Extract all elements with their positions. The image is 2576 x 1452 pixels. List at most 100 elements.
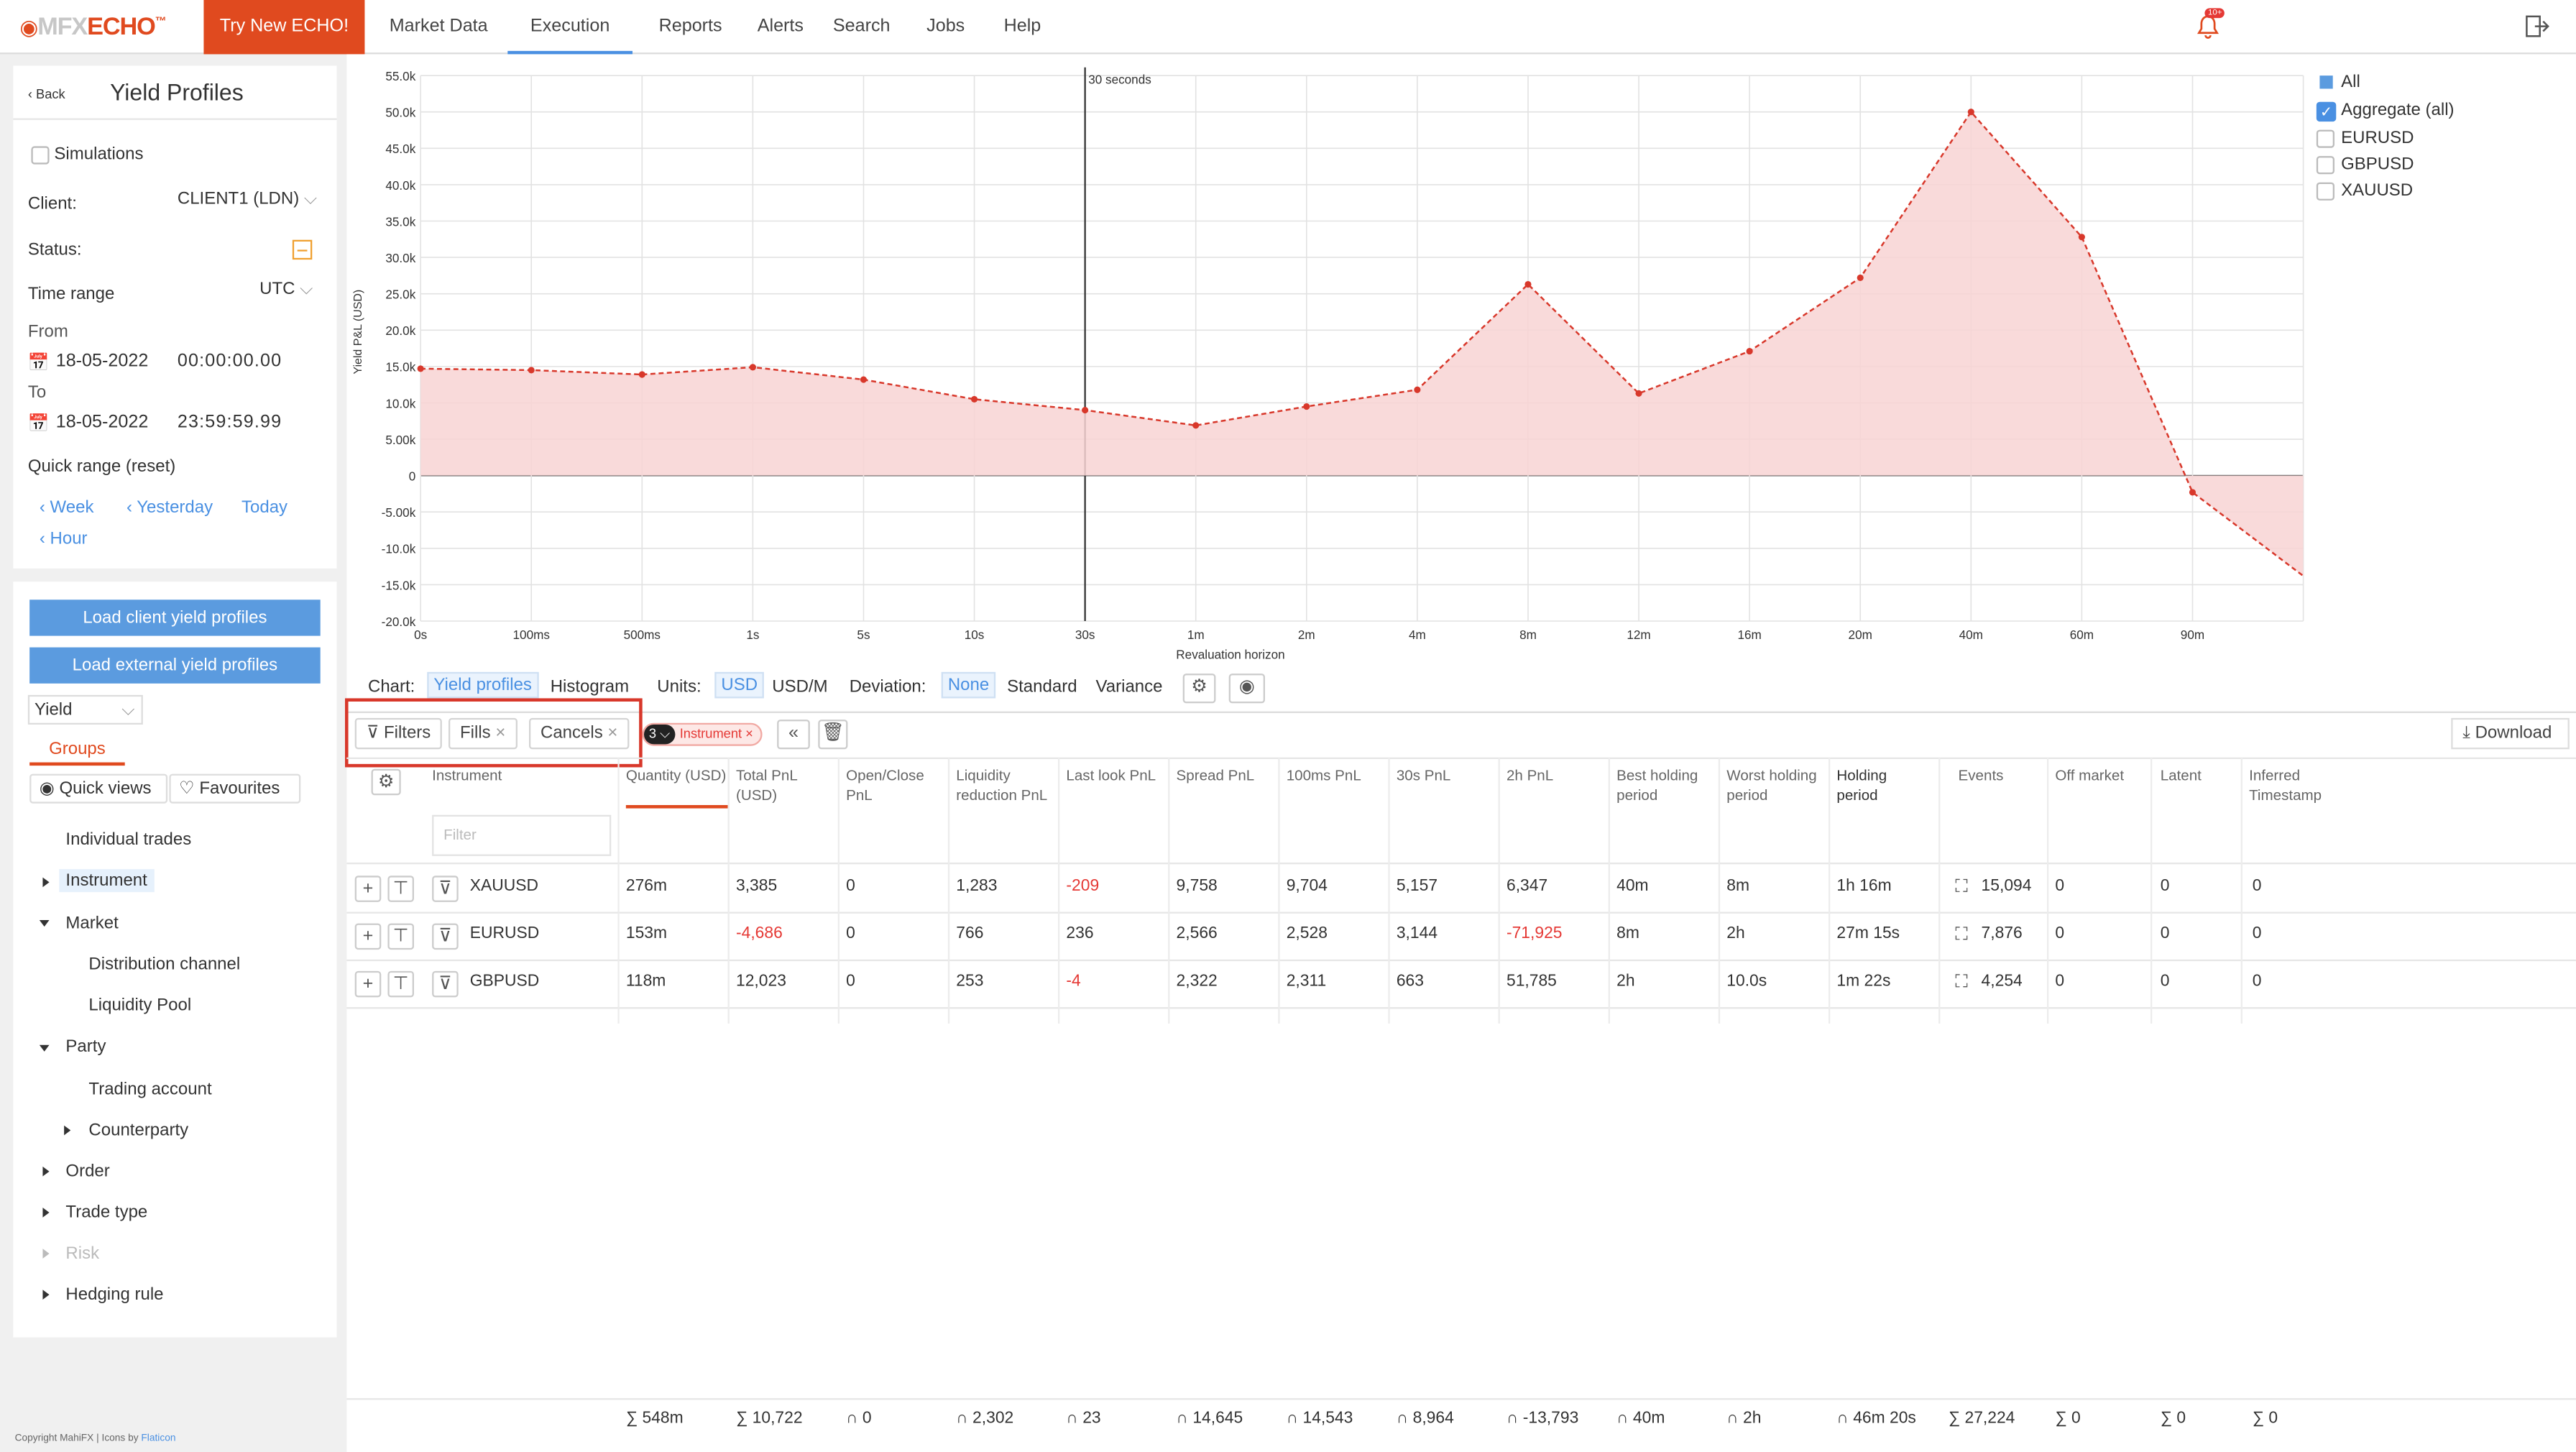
col-header-spread-pnl[interactable]: Spread PnL <box>1177 766 1255 785</box>
yield-select[interactable]: Yield ⌵ <box>27 694 143 725</box>
timezone-select[interactable]: UTC ⌵ <box>259 280 313 301</box>
quick-week-link[interactable]: ‹ Week <box>40 498 94 518</box>
legend-eurusd-checkbox[interactable] <box>2316 129 2334 148</box>
download-button[interactable]: ⤓ Download <box>2451 717 2570 750</box>
instrument-group-chip[interactable]: 3 ⌵ Instrument × <box>642 722 763 746</box>
legend-xauusd[interactable]: XAUUSD <box>2341 180 2413 200</box>
expand-events-icon[interactable]: ⛶ <box>1948 923 1975 950</box>
col-header-100ms-pnl[interactable]: 100ms PnL <box>1287 766 1361 785</box>
settings-gear-icon[interactable]: ⚙ <box>1182 674 1216 704</box>
col-header-worst-holding-period[interactable]: Worst holding period <box>1726 766 1828 805</box>
calendar-icon[interactable]: 📅 <box>28 413 50 433</box>
col-header-open-close-pnl[interactable]: Open/Close PnL <box>846 766 942 805</box>
expand-row-button[interactable]: + <box>354 923 382 950</box>
col-header-holding-period[interactable]: Holding period <box>1836 766 1902 805</box>
col-header-latent[interactable]: Latent <box>2161 766 2202 785</box>
legend-gbpusd-checkbox[interactable] <box>2316 156 2334 175</box>
eye-icon[interactable]: ◉ <box>1228 674 1265 704</box>
group-order[interactable]: Order <box>65 1162 109 1181</box>
filters-button[interactable]: ⊽ Filters <box>354 717 443 750</box>
to-date[interactable]: 18-05-2022 <box>56 413 149 432</box>
nav-search[interactable]: Search <box>833 0 891 54</box>
close-icon[interactable]: × <box>495 723 505 743</box>
col-header-total-pnl[interactable]: Total PnL (USD) <box>736 766 827 805</box>
col-header-instrument[interactable]: Instrument <box>432 766 502 785</box>
legend-xauusd-checkbox[interactable] <box>2316 182 2334 201</box>
back-link[interactable]: ‹ Back <box>28 87 65 102</box>
quick-views-button[interactable]: ◉ Quick views <box>29 773 168 804</box>
expand-arrow-icon[interactable] <box>42 1207 50 1218</box>
load-client-yield-profiles-button[interactable]: Load client yield profiles <box>29 599 321 636</box>
quick-yesterday-link[interactable]: ‹ Yesterday <box>126 498 213 518</box>
try-new-echo-button[interactable]: Try New ECHO! <box>203 0 365 55</box>
expand-arrow-icon[interactable] <box>42 1166 50 1177</box>
expand-events-icon[interactable]: ⛶ <box>1948 970 1975 998</box>
deviation-standard-toggle[interactable]: Standard <box>1007 677 1077 697</box>
group-individual-trades[interactable]: Individual trades <box>65 830 191 849</box>
col-header-inferred-timestamp[interactable]: Inferred Timestamp <box>2249 766 2347 805</box>
simulations-checkbox[interactable] <box>31 146 50 165</box>
group-trading-account[interactable]: Trading account <box>88 1080 211 1099</box>
status-toggle[interactable] <box>292 239 313 260</box>
legend-aggregate-checkbox[interactable]: ✓ <box>2316 101 2337 122</box>
collapse-arrow-icon[interactable] <box>39 1044 50 1052</box>
group-instrument[interactable]: Instrument <box>59 869 154 893</box>
nav-reports[interactable]: Reports <box>659 0 722 54</box>
expand-row-button[interactable]: + <box>354 876 382 902</box>
group-distribution-channel[interactable]: Distribution channel <box>88 955 240 974</box>
deviation-none-toggle[interactable]: None <box>941 671 996 699</box>
deviation-variance-toggle[interactable]: Variance <box>1096 677 1163 697</box>
column-settings-gear-icon[interactable]: ⚙ <box>371 768 401 796</box>
flaticon-link[interactable]: Flaticon <box>141 1434 175 1444</box>
instrument-filter-input[interactable]: Filter <box>432 814 612 856</box>
from-date[interactable]: 18-05-2022 <box>56 351 149 371</box>
cancels-filter-chip[interactable]: Cancels × <box>528 717 630 750</box>
quick-today-link[interactable]: Today <box>242 498 288 518</box>
col-header-last-look-pnl[interactable]: Last look PnL <box>1066 766 1168 785</box>
nav-market-data[interactable]: Market Data <box>390 0 488 54</box>
nav-jobs[interactable]: Jobs <box>926 0 965 54</box>
row-filter-funnel-icon[interactable]: ⊽ <box>432 923 459 950</box>
legend-all[interactable]: All <box>2341 73 2360 92</box>
expand-arrow-icon[interactable] <box>42 1290 50 1300</box>
nav-alerts[interactable]: Alerts <box>758 0 804 54</box>
col-header-events[interactable]: Events <box>1959 766 2004 785</box>
tab-groups[interactable]: Groups <box>29 740 125 766</box>
pin-row-button[interactable]: ⊤ <box>387 923 414 950</box>
expand-arrow-icon[interactable] <box>64 1125 71 1136</box>
logout-icon[interactable] <box>2525 15 2549 46</box>
group-market[interactable]: Market <box>65 914 118 933</box>
col-header-quantity[interactable]: Quantity (USD) <box>625 766 728 809</box>
group-count-badge[interactable]: 3 ⌵ <box>643 724 675 745</box>
usd-toggle[interactable]: USD <box>714 671 765 699</box>
to-time[interactable]: 23:59:59.99 <box>178 413 282 432</box>
col-header-2h-pnl[interactable]: 2h PnL <box>1506 766 1553 785</box>
favourites-button[interactable]: ♡ Favourites <box>169 773 301 804</box>
expand-arrow-icon[interactable] <box>42 877 50 888</box>
table-cell-instrument[interactable]: EURUSD <box>470 925 540 943</box>
col-header-off-market[interactable]: Off market <box>2055 766 2124 785</box>
app-logo[interactable]: ◉MFXECHO™ <box>19 13 166 41</box>
table-cell-instrument[interactable]: GBPUSD <box>470 973 540 991</box>
group-counterparty[interactable]: Counterparty <box>88 1121 188 1140</box>
group-hedging-rule[interactable]: Hedging rule <box>65 1285 163 1304</box>
from-time[interactable]: 00:00:00.00 <box>178 351 282 371</box>
legend-aggregate[interactable]: Aggregate (all) <box>2341 100 2454 119</box>
quick-hour-link[interactable]: ‹ Hour <box>40 529 88 548</box>
legend-gbpusd[interactable]: GBPUSD <box>2341 155 2414 174</box>
row-filter-funnel-icon[interactable]: ⊽ <box>432 970 459 998</box>
yield-profiles-toggle[interactable]: Yield profiles <box>427 671 539 699</box>
fills-filter-chip[interactable]: Fills × <box>448 717 518 750</box>
usdm-toggle[interactable]: USD/M <box>772 677 827 697</box>
pin-row-button[interactable]: ⊤ <box>387 876 414 902</box>
legend-all-marker[interactable] <box>2319 75 2333 89</box>
double-chevron-left-icon[interactable]: « <box>777 720 810 750</box>
row-filter-funnel-icon[interactable]: ⊽ <box>432 876 459 902</box>
histogram-toggle[interactable]: Histogram <box>551 677 629 697</box>
col-header-30s-pnl[interactable]: 30s PnL <box>1397 766 1450 785</box>
close-icon[interactable]: × <box>607 723 617 743</box>
trash-icon[interactable]: 🗑 <box>818 720 848 750</box>
client-select[interactable]: CLIENT1 (LDN) ⌵ <box>178 189 317 211</box>
notifications-bell-icon[interactable]: 10+ <box>2195 8 2225 47</box>
group-party[interactable]: Party <box>65 1037 106 1056</box>
